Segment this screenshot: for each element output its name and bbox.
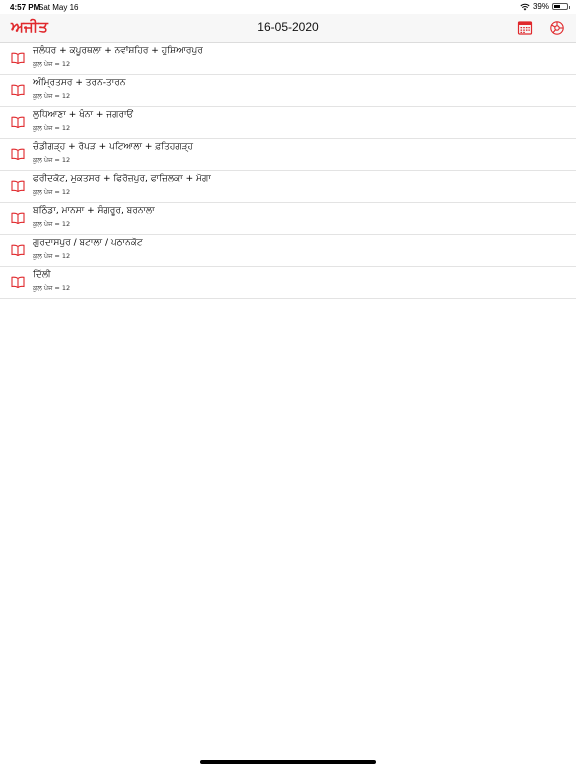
edition-title: ਜਲੰਧਰ + ਕਪੂਰਥਲਾ + ਨਵਾਂਸ਼ਹਿਰ + ਹੁਸ਼ਿਆਰਪੁਰ xyxy=(33,46,203,56)
calendar-icon[interactable] xyxy=(516,19,534,37)
edition-page-count: ਕੁਲ ਪੇਜ = 12 xyxy=(33,252,71,260)
edition-page-count: ਕੁਲ ਪੇਜ = 12 xyxy=(33,188,71,196)
open-book-icon xyxy=(11,84,25,96)
edition-list: ਜਲੰਧਰ + ਕਪੂਰਥਲਾ + ਨਵਾਂਸ਼ਹਿਰ + ਹੁਸ਼ਿਆਰਪੁਰ… xyxy=(0,43,576,299)
open-book-icon xyxy=(11,276,25,288)
edition-row[interactable]: ਲੁਧਿਆਣਾ + ਖੰਨਾ + ਜਗਰਾਓਂ ਕੁਲ ਪੇਜ = 12 xyxy=(0,107,576,139)
status-time: 4:57 PM xyxy=(10,3,41,12)
edition-row[interactable]: ਗੁਰਦਾਸਪੁਰ / ਬਟਾਲਾ / ਪਠਾਨਕੋਟ ਕੁਲ ਪੇਜ = 12 xyxy=(0,235,576,267)
edition-page-count: ਕੁਲ ਪੇਜ = 12 xyxy=(33,156,71,164)
battery-icon xyxy=(552,3,570,10)
edition-title: ਅੰਮ੍ਰਿਤਸਰ + ਤਰਨ-ਤਾਰਨ xyxy=(33,78,126,88)
edition-row[interactable]: ਚੰਡੀਗੜ੍ਹ + ਰੋਪੜ + ਪਟਿਆਲਾ + ਫ਼ਤਿਹਗੜ੍ਹ ਕੁਲ… xyxy=(0,139,576,171)
battery-percentage: 39% xyxy=(532,2,549,11)
edition-title: ਗੁਰਦਾਸਪੁਰ / ਬਟਾਲਾ / ਪਠਾਨਕੋਟ xyxy=(33,238,143,248)
settings-gear-icon[interactable] xyxy=(548,19,566,37)
open-book-icon xyxy=(11,148,25,160)
edition-title: ਫਰੀਦਕੋਟ, ਮੁਕਤਸਰ + ਫਿਰੋਜ਼ਪੁਰ, ਫਾਜ਼ਿਲਕਾ + … xyxy=(33,174,211,184)
navigation-bar: ਅਜੀਤ 16-05-2020 xyxy=(0,14,576,43)
status-bar: 4:57 PM Sat May 16 39% xyxy=(0,0,576,14)
status-right: 39% xyxy=(520,2,570,11)
open-book-icon xyxy=(11,116,25,128)
edition-page-count: ਕੁਲ ਪੇਜ = 12 xyxy=(33,60,71,68)
edition-row[interactable]: ਅੰਮ੍ਰਿਤਸਰ + ਤਰਨ-ਤਾਰਨ ਕੁਲ ਪੇਜ = 12 xyxy=(0,75,576,107)
edition-title: ਦਿੱਲੀ xyxy=(33,270,51,280)
edition-page-count: ਕੁਲ ਪੇਜ = 12 xyxy=(33,92,71,100)
open-book-icon xyxy=(11,180,25,192)
edition-page-count: ਕੁਲ ਪੇਜ = 12 xyxy=(33,220,71,228)
edition-row[interactable]: ਦਿੱਲੀ ਕੁਲ ਪੇਜ = 12 xyxy=(0,267,576,299)
status-date: Sat May 16 xyxy=(38,3,79,12)
open-book-icon xyxy=(11,244,25,256)
wifi-icon xyxy=(520,3,530,10)
edition-title: ਲੁਧਿਆਣਾ + ਖੰਨਾ + ਜਗਰਾਓਂ xyxy=(33,110,134,120)
open-book-icon xyxy=(11,212,25,224)
edition-row[interactable]: ਜਲੰਧਰ + ਕਪੂਰਥਲਾ + ਨਵਾਂਸ਼ਹਿਰ + ਹੁਸ਼ਿਆਰਪੁਰ… xyxy=(0,43,576,75)
page-title: 16-05-2020 xyxy=(257,20,319,34)
home-indicator[interactable] xyxy=(200,760,376,764)
open-book-icon xyxy=(11,52,25,64)
edition-title: ਚੰਡੀਗੜ੍ਹ + ਰੋਪੜ + ਪਟਿਆਲਾ + ਫ਼ਤਿਹਗੜ੍ਹ xyxy=(33,142,194,152)
edition-row[interactable]: ਫਰੀਦਕੋਟ, ਮੁਕਤਸਰ + ਫਿਰੋਜ਼ਪੁਰ, ਫਾਜ਼ਿਲਕਾ + … xyxy=(0,171,576,203)
edition-page-count: ਕੁਲ ਪੇਜ = 12 xyxy=(33,124,71,132)
edition-row[interactable]: ਬਠਿੰਡਾ, ਮਾਨਸਾ + ਸੰਗਰੂਰ, ਬਰਨਾਲਾ ਕੁਲ ਪੇਜ =… xyxy=(0,203,576,235)
edition-page-count: ਕੁਲ ਪੇਜ = 12 xyxy=(33,284,71,292)
edition-title: ਬਠਿੰਡਾ, ਮਾਨਸਾ + ਸੰਗਰੂਰ, ਬਰਨਾਲਾ xyxy=(33,206,155,216)
